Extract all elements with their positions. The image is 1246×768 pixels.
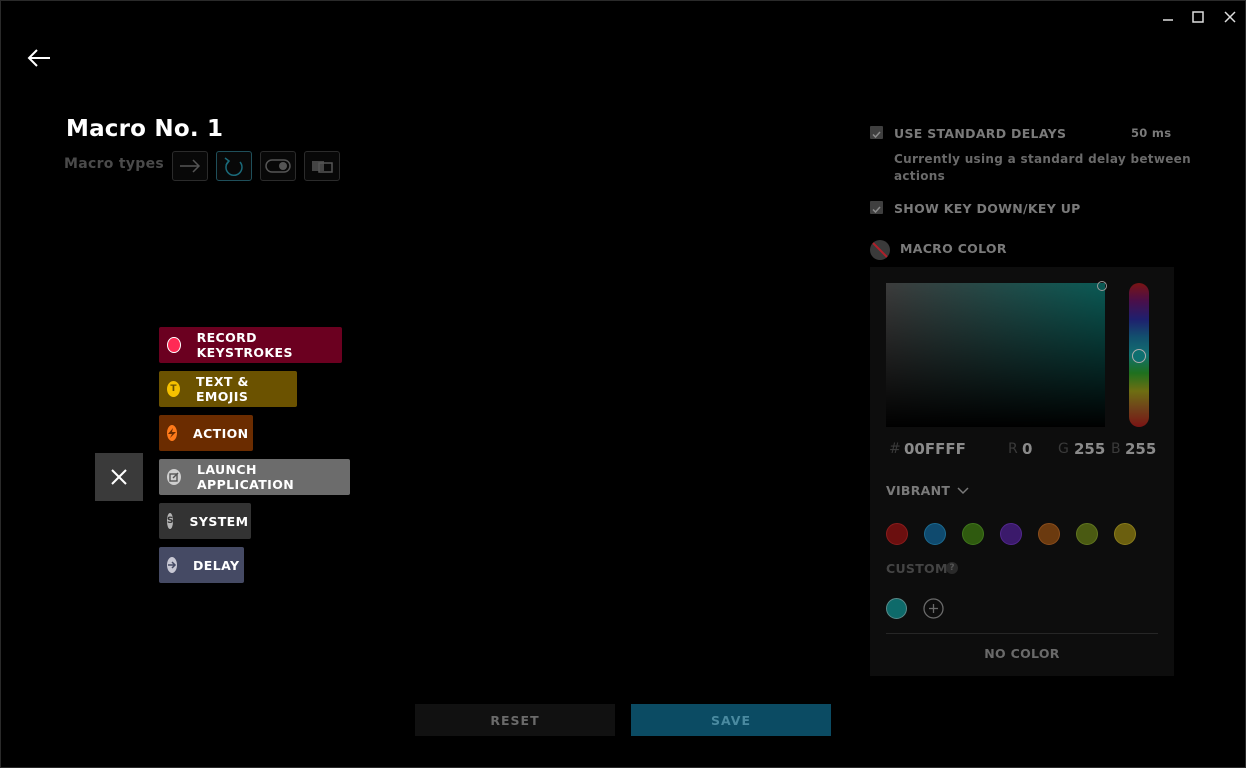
no-color-button[interactable]: NO COLOR bbox=[886, 646, 1158, 661]
repeat-icon bbox=[224, 157, 243, 177]
launch-application-button[interactable]: LAUNCH APPLICATION bbox=[159, 459, 350, 495]
action-label: ACTION bbox=[193, 425, 249, 441]
standard-delays-description-1: Currently using a standard delay between bbox=[894, 152, 1191, 166]
g-input[interactable]: 255 bbox=[1074, 440, 1105, 458]
custom-swatch-teal[interactable] bbox=[886, 598, 907, 619]
checkmark-icon bbox=[872, 206, 881, 214]
delay-label: DELAY bbox=[193, 557, 240, 573]
key-down-up-checkbox[interactable] bbox=[870, 201, 883, 214]
custom-label: CUSTOM bbox=[886, 561, 948, 576]
maximize-button[interactable] bbox=[1188, 8, 1208, 26]
text-emojis-button[interactable]: T TEXT & EMOJIS bbox=[159, 371, 297, 407]
close-icon bbox=[111, 469, 127, 485]
macro-title: Macro No. 1 bbox=[66, 116, 224, 142]
swatch-olive[interactable] bbox=[1076, 523, 1098, 545]
key-down-up-label: SHOW KEY DOWN/KEY UP bbox=[894, 201, 1081, 216]
swatch-green[interactable] bbox=[962, 523, 984, 545]
help-icon[interactable]: ? bbox=[946, 562, 958, 574]
chevron-down-icon bbox=[957, 486, 969, 494]
g-label: G bbox=[1058, 441, 1069, 457]
no-color-indicator-icon bbox=[869, 239, 891, 261]
record-icon bbox=[167, 337, 181, 353]
standard-delays-label: USE STANDARD DELAYS bbox=[894, 126, 1067, 141]
r-label: R bbox=[1008, 441, 1018, 457]
save-button[interactable]: SAVE bbox=[631, 704, 831, 736]
standard-delays-checkbox[interactable] bbox=[870, 126, 883, 139]
macro-type-toggle[interactable] bbox=[260, 151, 296, 181]
swatch-blue[interactable] bbox=[924, 523, 946, 545]
checkmark-icon bbox=[872, 131, 881, 139]
macro-type-no-repeat[interactable] bbox=[172, 151, 208, 181]
close-window-button[interactable] bbox=[1220, 8, 1240, 26]
gradient-picker-handle[interactable] bbox=[1097, 281, 1107, 291]
color-panel-divider bbox=[886, 633, 1158, 634]
system-button[interactable]: S SYSTEM bbox=[159, 503, 251, 539]
hex-hash-label: # bbox=[889, 441, 901, 457]
sequence-icon bbox=[312, 161, 333, 173]
hue-slider-handle[interactable] bbox=[1132, 349, 1146, 363]
reset-button[interactable]: RESET bbox=[415, 704, 615, 736]
b-input[interactable]: 255 bbox=[1125, 440, 1156, 458]
text-icon: T bbox=[167, 381, 180, 397]
delay-button[interactable]: DELAY bbox=[159, 547, 244, 583]
close-actions-button[interactable] bbox=[95, 453, 143, 501]
system-label: SYSTEM bbox=[189, 513, 249, 529]
launch-icon bbox=[167, 469, 181, 485]
macro-types-label: Macro types bbox=[64, 156, 165, 172]
launch-application-label: LAUNCH APPLICATION bbox=[196, 462, 295, 492]
lightning-icon bbox=[167, 425, 177, 441]
system-icon: S bbox=[167, 513, 174, 529]
minimize-button[interactable] bbox=[1158, 8, 1178, 26]
color-gradient-area[interactable] bbox=[886, 283, 1105, 427]
back-arrow-icon[interactable] bbox=[26, 46, 54, 70]
r-input[interactable]: 0 bbox=[1022, 440, 1032, 458]
add-custom-color-icon[interactable] bbox=[923, 598, 944, 619]
swatch-yellow[interactable] bbox=[1114, 523, 1136, 545]
macro-type-sequence[interactable] bbox=[304, 151, 340, 181]
swatch-red[interactable] bbox=[886, 523, 908, 545]
hex-input[interactable]: 00FFFF bbox=[904, 440, 966, 458]
toggle-icon bbox=[265, 159, 291, 173]
action-button[interactable]: ACTION bbox=[159, 415, 253, 451]
arrow-right-icon bbox=[180, 159, 201, 173]
macro-type-repeat[interactable] bbox=[216, 151, 252, 181]
palette-dropdown-label: VIBRANT bbox=[886, 483, 951, 498]
text-emojis-label: TEXT & EMOJIS bbox=[195, 374, 249, 404]
arrow-right-icon bbox=[167, 557, 177, 573]
palette-dropdown[interactable]: VIBRANT bbox=[886, 483, 970, 498]
record-keystrokes-label: RECORD KEYSTROKES bbox=[196, 330, 293, 360]
record-keystrokes-button[interactable]: RECORD KEYSTROKES bbox=[159, 327, 342, 363]
swatch-orange[interactable] bbox=[1038, 523, 1060, 545]
swatch-purple[interactable] bbox=[1000, 523, 1022, 545]
standard-delays-description-2: actions bbox=[894, 169, 946, 183]
standard-delays-value: 50 ms bbox=[1131, 126, 1172, 140]
b-label: B bbox=[1111, 441, 1121, 457]
macro-color-label: MACRO COLOR bbox=[900, 241, 1007, 256]
